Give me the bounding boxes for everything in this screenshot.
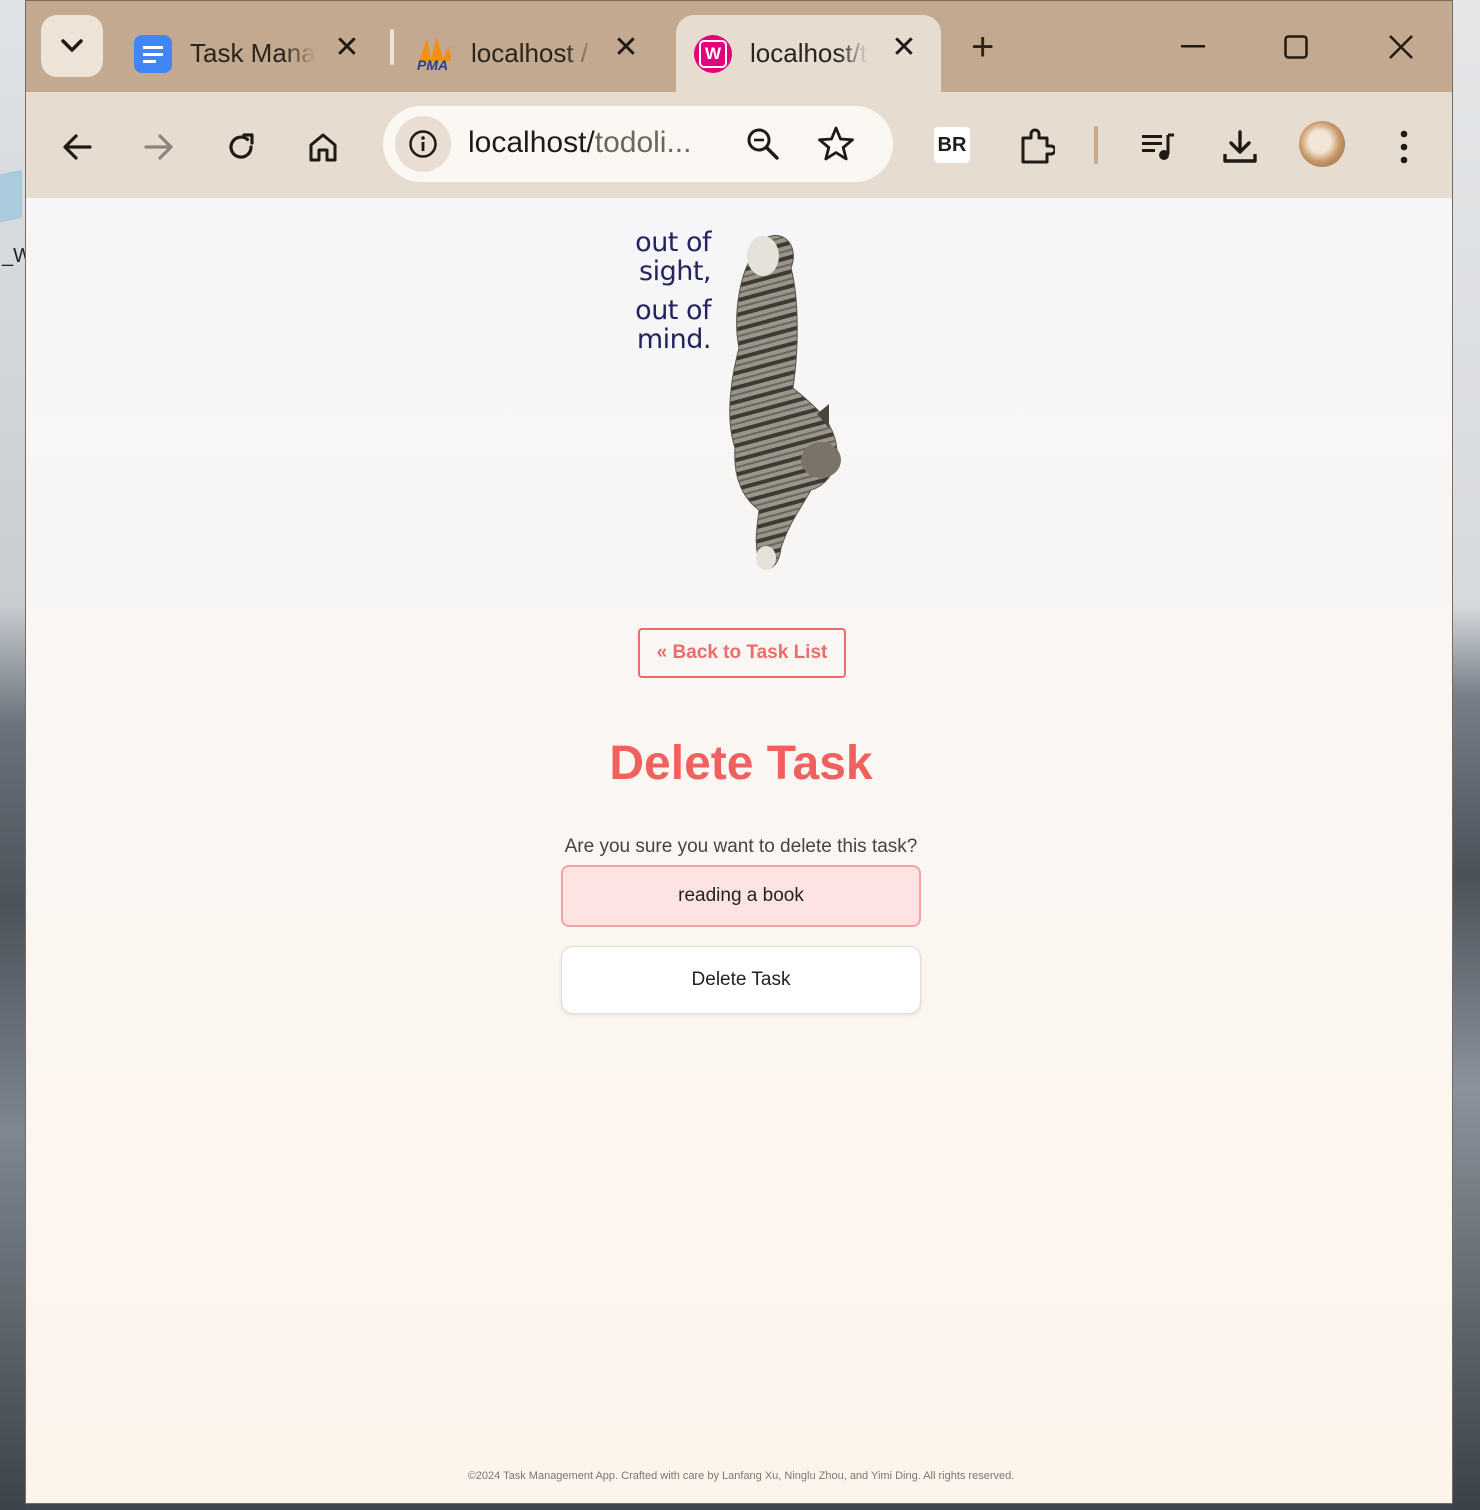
cat-illustration bbox=[729, 234, 841, 570]
browser-window: Task Manag ✕ PMA localhost / ✕ W localho… bbox=[25, 0, 1453, 1504]
wamp-icon: W bbox=[694, 34, 732, 73]
download-icon[interactable] bbox=[1214, 121, 1266, 173]
url-text[interactable]: localhost/todoli... bbox=[468, 126, 691, 160]
desktop-background-left bbox=[0, 0, 26, 1510]
address-bar[interactable]: localhost/todoli... bbox=[383, 106, 893, 182]
hero-cat-image: out of sight, out of mind. bbox=[621, 228, 861, 578]
close-window-icon[interactable] bbox=[1377, 23, 1425, 71]
page-content: out of sight, out of mind. « Back to Tas… bbox=[26, 198, 1452, 1503]
chevron-down-icon bbox=[61, 39, 83, 52]
zoom-icon[interactable] bbox=[745, 126, 781, 167]
tab-title: localhost/t bbox=[750, 38, 868, 68]
toolbar-divider bbox=[1094, 126, 1098, 164]
bookmark-star-icon[interactable] bbox=[817, 126, 855, 167]
close-tab-icon[interactable]: ✕ bbox=[889, 33, 919, 63]
maximize-icon[interactable] bbox=[1272, 23, 1320, 71]
page-title: Delete Task bbox=[609, 737, 873, 790]
desktop-background-right bbox=[1453, 0, 1480, 1510]
footer-text: ©2024 Task Management App. Crafted with … bbox=[467, 1470, 1015, 1482]
tab-strip: Task Manag ✕ PMA localhost / ✕ W localho… bbox=[26, 1, 1452, 92]
tab-search-button[interactable] bbox=[41, 15, 103, 77]
pma-favicon-text: PMA bbox=[417, 56, 449, 73]
minimize-icon[interactable] bbox=[1169, 23, 1217, 71]
home-icon[interactable] bbox=[297, 121, 349, 173]
media-queue-icon[interactable] bbox=[1132, 121, 1184, 173]
menu-kebab-icon[interactable] bbox=[1378, 121, 1430, 173]
back-to-task-list-button[interactable]: « Back to Task List bbox=[638, 628, 846, 678]
reload-icon[interactable] bbox=[215, 121, 267, 173]
tab-separator bbox=[390, 29, 394, 65]
site-info-icon[interactable] bbox=[395, 116, 451, 172]
profile-avatar[interactable] bbox=[1299, 121, 1345, 167]
forward-arrow-icon[interactable] bbox=[133, 121, 185, 173]
close-tab-icon[interactable]: ✕ bbox=[611, 33, 641, 63]
task-name-box: reading a book bbox=[561, 865, 921, 927]
confirm-message: Are you sure you want to delete this tas… bbox=[564, 836, 918, 857]
wamp-favicon-text: W bbox=[699, 39, 727, 68]
new-tab-icon[interactable]: + bbox=[971, 27, 994, 67]
url-host: localhost/ bbox=[468, 126, 595, 159]
tab-title: Task Manag bbox=[190, 38, 315, 68]
tab-title: localhost / bbox=[471, 38, 589, 68]
br-extension-icon[interactable]: BR bbox=[934, 127, 970, 163]
tab-localhost-active[interactable]: W localhost/t ✕ bbox=[676, 15, 941, 92]
back-arrow-icon[interactable] bbox=[51, 121, 103, 173]
docs-icon bbox=[134, 34, 172, 73]
tab-task-manager[interactable]: Task Manag ✕ bbox=[134, 15, 362, 92]
tab-phpmyadmin[interactable]: PMA localhost / ✕ bbox=[415, 15, 641, 92]
extensions-puzzle-icon[interactable] bbox=[1010, 121, 1062, 173]
url-path: todoli... bbox=[594, 126, 692, 159]
delete-task-button[interactable]: Delete Task bbox=[561, 946, 921, 1014]
pma-icon: PMA bbox=[415, 35, 453, 73]
close-tab-icon[interactable]: ✕ bbox=[332, 33, 362, 63]
desktop-shortcut-icon[interactable] bbox=[0, 169, 22, 223]
